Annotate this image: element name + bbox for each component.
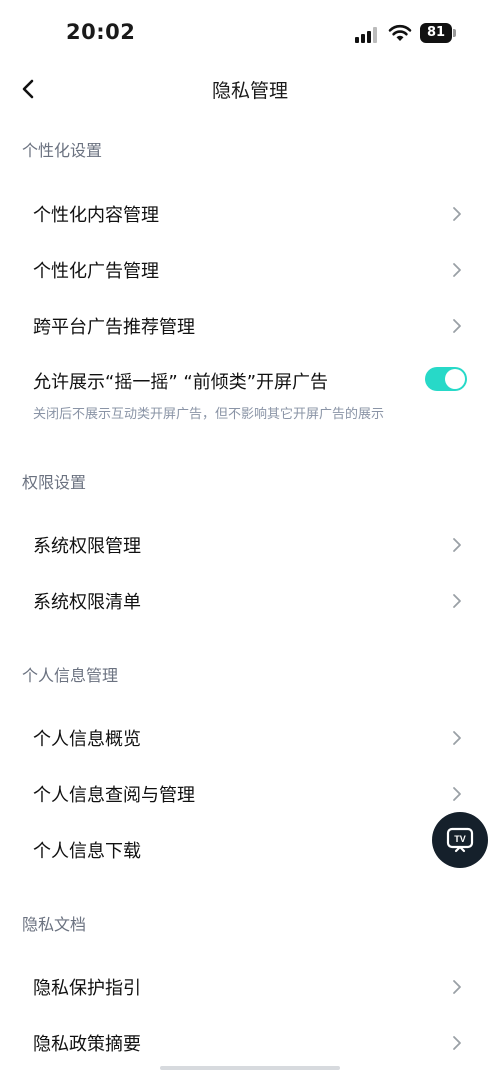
battery-tip [453, 29, 456, 37]
row-label: 个人信息概览 [33, 729, 141, 750]
chevron-right-icon [453, 263, 461, 277]
page-title: 隐私管理 [211, 80, 288, 102]
shake-ads-description: 关闭后不展示互动类开屏广告，但不影响其它开屏广告的展示 [33, 407, 385, 422]
status-time: 20:02 [66, 20, 136, 44]
battery-icon: 81 [420, 23, 452, 43]
section-title-privacy-docs: 隐私文档 [22, 915, 87, 934]
chevron-right-icon [453, 731, 461, 745]
row-label: 系统权限清单 [33, 592, 141, 613]
status-bar: 20:02 81 [0, 0, 500, 66]
row-personalized-ads[interactable]: 个性化广告管理 [0, 242, 500, 298]
chevron-right-icon [453, 319, 461, 333]
row-personal-info-manage[interactable]: 个人信息查阅与管理 [0, 766, 500, 822]
row-label: 个性化内容管理 [33, 205, 159, 226]
chevron-right-icon [453, 207, 461, 221]
svg-text:TV: TV [454, 834, 466, 844]
row-label: 跨平台广告推荐管理 [33, 317, 195, 338]
row-label: 个人信息下载 [33, 841, 141, 862]
nav-bar: 隐私管理 [0, 66, 500, 112]
chevron-right-icon [453, 538, 461, 552]
row-personal-info-overview[interactable]: 个人信息概览 [0, 710, 500, 766]
row-cross-platform-ads[interactable]: 跨平台广告推荐管理 [0, 298, 500, 354]
row-label: 系统权限管理 [33, 536, 141, 557]
row-label: 个性化广告管理 [33, 261, 159, 282]
row-label: 个人信息查阅与管理 [33, 785, 195, 806]
section-title-permissions: 权限设置 [22, 473, 87, 492]
row-privacy-guide[interactable]: 隐私保护指引 [0, 959, 500, 1015]
row-personal-info-download[interactable]: 个人信息下载 [0, 822, 500, 878]
shake-ads-toggle[interactable] [425, 367, 467, 391]
row-label: 隐私政策摘要 [33, 1034, 141, 1055]
cellular-signal-icon [355, 27, 381, 43]
section-title-personal-info: 个人信息管理 [22, 666, 119, 685]
row-personalized-content[interactable]: 个性化内容管理 [0, 186, 500, 242]
shake-ads-label: 允许展示“摇一摇” “前倾类”开屏广告 [33, 372, 329, 393]
row-label: 隐私保护指引 [33, 978, 141, 999]
wifi-icon [388, 24, 412, 41]
toggle-knob [445, 369, 465, 389]
floating-tv-button[interactable]: TV [432, 812, 488, 868]
row-privacy-policy-summary[interactable]: 隐私政策摘要 [0, 1015, 500, 1071]
section-title-personalization: 个性化设置 [22, 141, 103, 160]
chevron-right-icon [453, 1036, 461, 1050]
chevron-right-icon [453, 594, 461, 608]
chevron-right-icon [453, 787, 461, 801]
home-indicator [160, 1066, 340, 1070]
row-system-permissions[interactable]: 系统权限管理 [0, 517, 500, 573]
chevron-right-icon [453, 980, 461, 994]
row-permission-list[interactable]: 系统权限清单 [0, 573, 500, 629]
tv-icon: TV [446, 827, 474, 853]
